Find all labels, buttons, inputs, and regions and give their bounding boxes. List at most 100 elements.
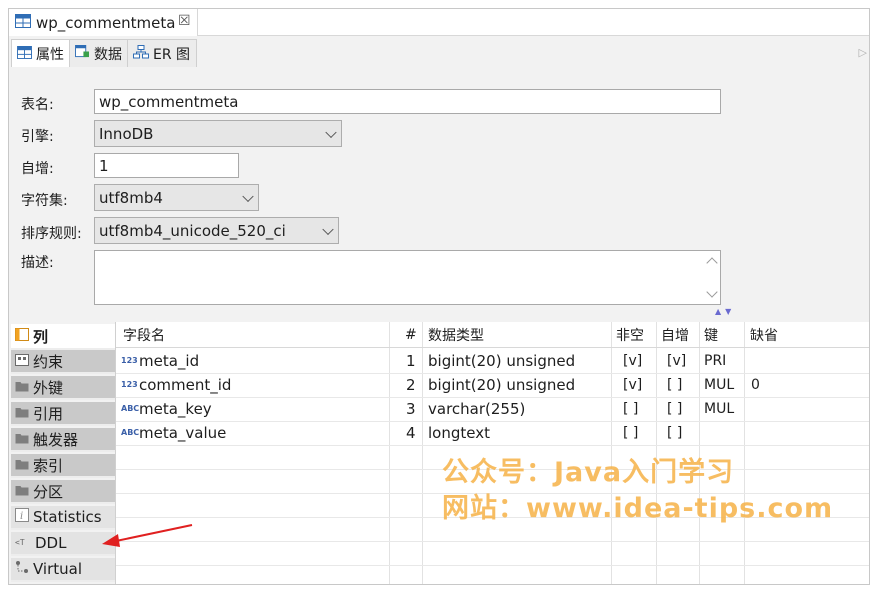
columns-icon <box>15 327 29 345</box>
cell-not-null[interactable]: [ ] <box>623 397 638 421</box>
header-not-null[interactable]: 非空 <box>616 322 644 348</box>
cell-data-type[interactable]: bigint(20) unsigned <box>428 349 575 373</box>
row-divider <box>116 541 869 542</box>
chevron-down-icon <box>325 126 337 138</box>
svg-text:<T: <T <box>15 538 25 547</box>
table-name-label: 表名: <box>21 97 54 113</box>
folder-icon <box>15 456 29 474</box>
sash-handle-icon[interactable]: ▲▼ <box>715 307 735 316</box>
cell-key: MUL <box>704 377 735 393</box>
engine-value: InnoDB <box>99 124 154 143</box>
cell-data-type[interactable]: longtext <box>428 421 490 445</box>
sub-tab-bar: 属性 数据 ER 图 ▷ <box>9 36 869 68</box>
chevron-down-icon <box>322 223 334 235</box>
folder-icon <box>15 404 29 422</box>
tab-er-label: ER 图 <box>153 46 191 63</box>
scroll-down-icon[interactable] <box>706 286 718 298</box>
svg-text:i: i <box>20 511 23 522</box>
column-divider <box>422 322 423 584</box>
side-tab-label: DDL <box>35 534 67 552</box>
cell-auto-increment[interactable]: [ ] <box>667 373 682 397</box>
tab-er-diagram[interactable]: ER 图 <box>127 39 198 67</box>
cell-field-name[interactable]: meta_id <box>139 349 199 373</box>
header-default[interactable]: 缺省 <box>750 322 778 348</box>
numeric-type-icon: 123 <box>121 356 138 365</box>
table-name-input[interactable]: wp_commentmeta <box>94 89 721 114</box>
side-tab-label: Virtual <box>33 560 83 578</box>
description-textarea[interactable] <box>94 250 721 305</box>
virtual-icon <box>15 560 29 578</box>
cell-default[interactable]: 0 <box>751 373 760 397</box>
tab-data[interactable]: 数据 <box>69 39 129 67</box>
row-divider <box>116 421 869 422</box>
side-tab-foreign-keys[interactable]: 外键 <box>11 376 115 400</box>
properties-panel: 表名: wp_commentmeta 引擎: InnoDB 自增: 1 字符集:… <box>9 67 869 322</box>
header-data-type[interactable]: 数据类型 <box>428 322 484 348</box>
cell-data-type[interactable]: bigint(20) unsigned <box>428 373 575 397</box>
er-diagram-icon <box>133 44 149 63</box>
editor-tab-wp-commentmeta[interactable]: wp_commentmeta ☒ <box>9 9 198 36</box>
table-name-value: wp_commentmeta <box>99 92 239 111</box>
cell-ordinal: 4 <box>406 424 416 442</box>
constraint-icon <box>15 352 29 370</box>
row-divider <box>116 445 869 446</box>
side-tab-label: 索引 <box>33 456 64 475</box>
header-key[interactable]: 键 <box>704 322 718 348</box>
charset-select[interactable]: utf8mb4 <box>94 184 259 211</box>
view-menu-icon[interactable]: ▷ <box>859 46 867 59</box>
header-field-name[interactable]: 字段名 <box>123 322 165 348</box>
cell-key: PRI <box>704 353 727 369</box>
auto-increment-label: 自增: <box>21 161 54 177</box>
cell-data-type[interactable]: varchar(255) <box>428 397 525 421</box>
table-icon <box>15 13 31 32</box>
side-tab-label: 列 <box>33 327 49 346</box>
cell-key: MUL <box>704 401 735 417</box>
cell-auto-increment[interactable]: [v] <box>667 349 686 373</box>
side-tab-triggers[interactable]: 触发器 <box>11 428 115 452</box>
numeric-type-icon: 123 <box>121 380 138 389</box>
collation-select[interactable]: utf8mb4_unicode_520_ci <box>94 217 339 244</box>
column-divider <box>744 322 745 584</box>
cell-auto-increment[interactable]: [ ] <box>667 421 682 445</box>
grid-header: 字段名 # 数据类型 非空 自增 键 缺省 <box>116 322 869 348</box>
scroll-up-icon[interactable] <box>706 257 718 269</box>
cell-ordinal: 1 <box>406 352 416 370</box>
side-tab-references[interactable]: 引用 <box>11 402 115 426</box>
close-tab-icon[interactable]: ☒ <box>178 13 191 29</box>
side-tab-columns[interactable]: 列 <box>11 324 115 350</box>
side-tab-indexes[interactable]: 索引 <box>11 454 115 478</box>
collation-label: 排序规则: <box>21 226 82 242</box>
folder-icon <box>15 378 29 396</box>
tab-properties[interactable]: 属性 <box>11 39 71 68</box>
cell-auto-increment[interactable]: [ ] <box>667 397 682 421</box>
side-tab-partitions[interactable]: 分区 <box>11 480 115 504</box>
cell-field-name[interactable]: comment_id <box>139 373 231 397</box>
cell-not-null[interactable]: [v] <box>623 349 642 373</box>
header-auto-increment[interactable]: 自增 <box>661 322 689 348</box>
info-icon: i <box>15 508 29 526</box>
cell-field-name[interactable]: meta_value <box>139 421 226 445</box>
tab-properties-label: 属性 <box>36 47 64 63</box>
engine-label: 引擎: <box>21 129 54 145</box>
cell-not-null[interactable]: [v] <box>623 373 642 397</box>
cell-not-null[interactable]: [ ] <box>623 421 638 445</box>
table-icon <box>17 45 32 63</box>
data-grid-icon <box>75 45 90 62</box>
engine-select[interactable]: InnoDB <box>94 120 342 147</box>
cell-field-name[interactable]: meta_key <box>139 397 212 421</box>
row-divider <box>116 565 869 566</box>
tab-data-label: 数据 <box>94 46 122 63</box>
side-tab-constraints[interactable]: 约束 <box>11 350 115 374</box>
auto-increment-input[interactable]: 1 <box>94 153 239 178</box>
ddl-icon: <T <box>15 534 31 552</box>
side-tab-virtual[interactable]: Virtual <box>11 558 115 582</box>
side-tab-label: 触发器 <box>33 430 79 449</box>
charset-label: 字符集: <box>21 193 68 209</box>
string-type-icon: ABC <box>121 404 140 413</box>
cell-ordinal: 2 <box>406 376 416 394</box>
editor-tab-title: wp_commentmeta <box>36 13 176 32</box>
header-ordinal[interactable]: # <box>405 322 417 348</box>
auto-increment-value: 1 <box>99 156 109 175</box>
watermark-line-2: 网站：www.idea-tips.com <box>442 493 834 524</box>
annotation-arrow-icon <box>102 524 193 547</box>
